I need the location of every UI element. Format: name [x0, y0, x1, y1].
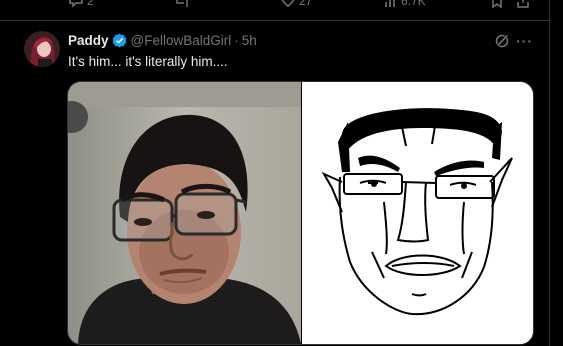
share-action[interactable] — [516, 0, 530, 8]
tweet-divider — [0, 20, 549, 21]
retweet-action[interactable] — [174, 0, 190, 8]
bookmark-icon — [492, 0, 502, 8]
share-icon — [517, 0, 529, 8]
tweet-text: It's him... it's literally him.... — [68, 54, 228, 69]
views-action[interactable]: 6.7K — [384, 0, 426, 8]
views-count: 6.7K — [401, 0, 426, 8]
heart-icon — [281, 0, 295, 7]
reply-action[interactable]: 2 — [68, 0, 94, 8]
tweet-media[interactable] — [67, 81, 534, 345]
bookmark-action[interactable] — [490, 0, 504, 8]
avatar[interactable] — [24, 31, 60, 67]
views-icon — [385, 0, 395, 7]
reply-icon — [69, 0, 83, 8]
retweet-icon — [176, 0, 188, 7]
like-action[interactable]: 27 — [280, 0, 312, 8]
user-handle[interactable]: @FellowBaldGirl — [131, 33, 232, 48]
display-name[interactable]: Paddy — [68, 33, 109, 48]
more-icon[interactable]: ··· — [516, 33, 533, 49]
previous-tweet-actions: 2 27 6.7K — [0, 0, 563, 14]
separator-dot: · — [234, 33, 239, 48]
tweet-photo[interactable] — [68, 82, 301, 344]
timeline-border — [549, 0, 550, 346]
like-count: 27 — [299, 0, 313, 8]
verified-badge-icon — [111, 33, 127, 48]
wojak-drawing[interactable] — [302, 82, 533, 344]
grok-icon[interactable] — [494, 33, 510, 49]
tweet-header: Paddy @FellowBaldGirl · 5h — [68, 33, 257, 48]
reply-count: 2 — [87, 0, 94, 8]
tweet-timestamp[interactable]: 5h — [242, 33, 257, 48]
